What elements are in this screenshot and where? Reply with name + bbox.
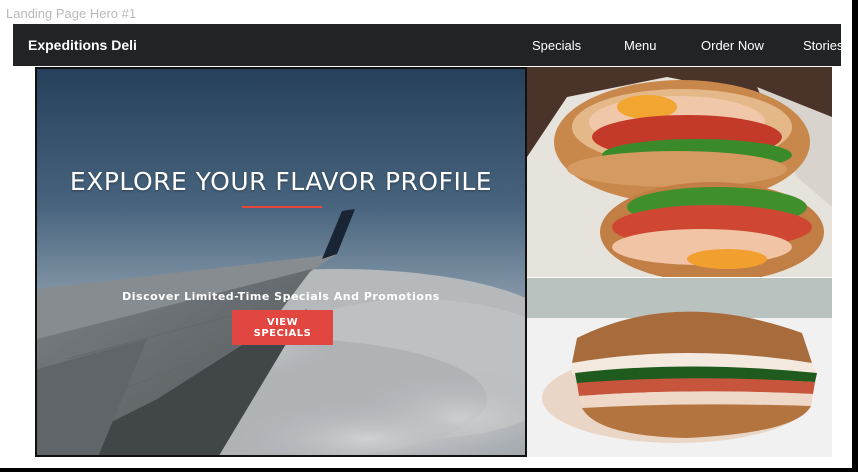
sandwich-photo-bottom	[527, 278, 832, 457]
hero-subtitle: Discover Limited-Time Specials And Promo…	[122, 290, 440, 303]
hero-title: EXPLORE YOUR FLAVOR PROFILE	[69, 167, 493, 196]
hero-background-image	[37, 69, 525, 455]
design-canvas: Landing Page Hero #1 Expeditions Deli Sp…	[0, 0, 858, 468]
bagel-sandwich-image	[527, 67, 832, 277]
frame-label: Landing Page Hero #1	[6, 6, 137, 21]
deli-sandwich-image	[527, 278, 832, 457]
nav-link-menu[interactable]: Menu	[624, 38, 657, 53]
nav-link-stories[interactable]: Stories	[803, 38, 843, 53]
view-specials-button[interactable]: VIEW SPECIALS	[232, 310, 333, 345]
sandwich-photo-top	[527, 67, 832, 277]
hero-section: EXPLORE YOUR FLAVOR PROFILE Discover Lim…	[35, 67, 527, 457]
nav-link-order-now[interactable]: Order Now	[701, 38, 764, 53]
navbar: Expeditions Deli Specials Menu Order Now…	[13, 24, 843, 66]
nav-link-specials[interactable]: Specials	[532, 38, 581, 53]
title-divider	[242, 206, 322, 208]
nav-links: Specials Menu Order Now Stories	[13, 24, 843, 66]
